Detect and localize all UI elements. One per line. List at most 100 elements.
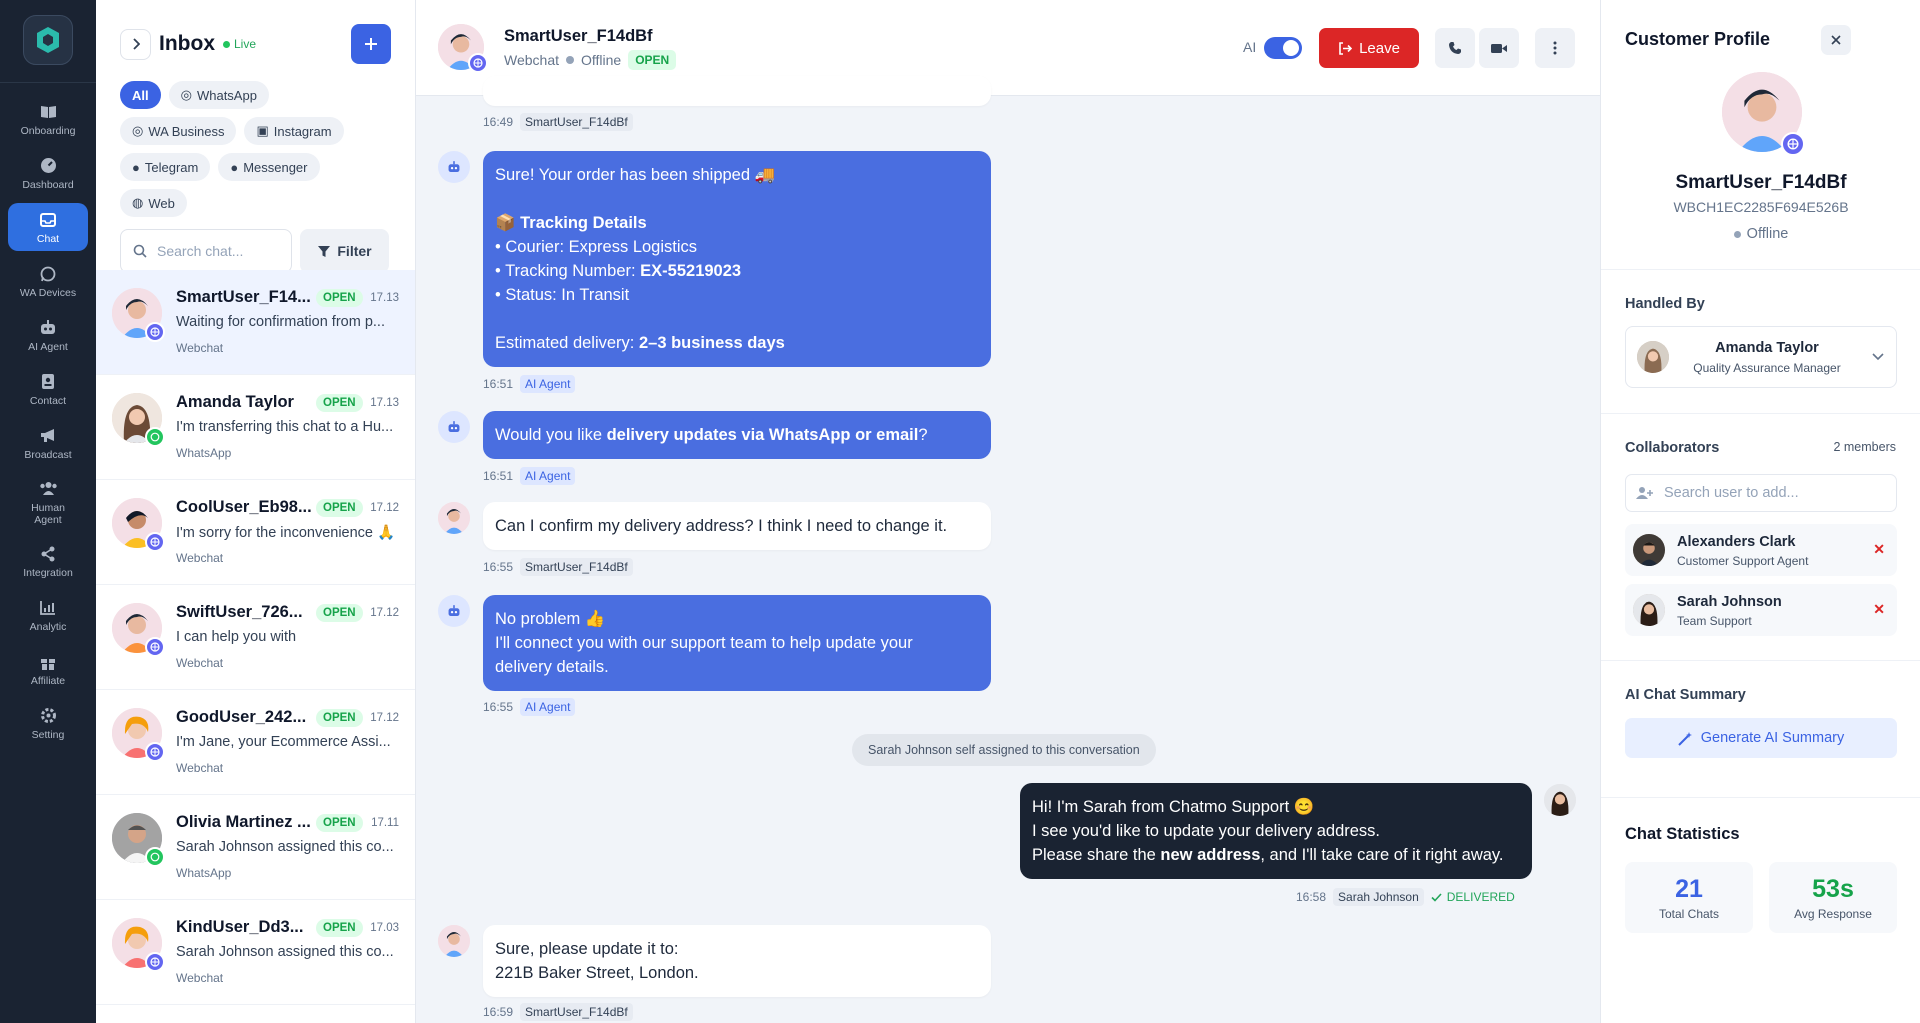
chat-name: SmartUser_F14... <box>176 288 311 306</box>
filter-chip-all[interactable]: All <box>120 81 161 109</box>
nav-item-setting[interactable]: Setting <box>8 699 88 747</box>
more-options-button[interactable] <box>1535 28 1575 68</box>
chat-list-item[interactable]: CoolUser_Eb98... OPEN 17.12 I'm sorry fo… <box>96 480 415 585</box>
nav-item-broadcast[interactable]: Broadcast <box>8 419 88 467</box>
nav-item-integration[interactable]: Integration <box>8 537 88 585</box>
nav-item-chat[interactable]: Chat <box>8 203 88 251</box>
close-icon <box>1831 35 1841 45</box>
nav-label: Analytic <box>29 620 67 633</box>
collaborator-search-input[interactable]: Search user to add... <box>1625 474 1897 512</box>
chat-preview: I'm sorry for the inconvenience 🙏 <box>176 525 396 541</box>
remove-collaborator-button[interactable]: ✕ <box>1873 541 1885 558</box>
avatar <box>1633 534 1665 566</box>
filter-chip-wa-business[interactable]: ◎ WA Business <box>120 117 237 145</box>
contact-book-icon <box>38 372 58 392</box>
nav-item-affiliate[interactable]: Affiliate <box>8 645 88 693</box>
message-bubble-customer: Can I confirm my delivery address? I thi… <box>483 502 991 550</box>
nav-item-wa-devices[interactable]: WA Devices <box>8 257 88 305</box>
stat-value: 53s <box>1812 875 1854 903</box>
message-time: 16:59 <box>483 1005 514 1019</box>
chat-panel: SmartUser_F14dBf Webchat Offline OPEN AI… <box>416 0 1600 1023</box>
sender-tag: SmartUser_F14dBf <box>520 1003 633 1021</box>
delivery-label: DELIVERED <box>1446 890 1515 904</box>
sender-tag: AI Agent <box>520 698 576 716</box>
chat-time: 17.11 <box>371 817 399 829</box>
collaborator-item: Alexanders Clark Customer Support Agent … <box>1625 524 1897 576</box>
customer-profile-panel: Customer Profile SmartUser_F14dBf WBCH1E… <box>1600 0 1920 1023</box>
channel-filter-chips: All ◎ WhatsApp ◎ WA Business ▣ Instagram ● T… <box>96 81 415 217</box>
chat-time: 17.12 <box>370 502 399 514</box>
chat-channel: Webchat <box>176 341 224 355</box>
button-label: Generate AI Summary <box>1700 730 1845 746</box>
filter-chip-messenger[interactable]: ● Messenger <box>218 153 320 181</box>
nav-item-dashboard[interactable]: Dashboard <box>8 149 88 197</box>
nav-item-analytic[interactable]: Analytic <box>8 591 88 639</box>
presence-dot-icon <box>566 56 574 64</box>
chip-label: Telegram <box>144 159 199 175</box>
stat-avg-response: 53s Avg Response <box>1769 862 1897 933</box>
gauge-icon <box>38 156 58 176</box>
nav-label: Integration <box>23 566 73 579</box>
presence-dot-icon <box>1733 230 1741 238</box>
funnel-icon <box>318 245 331 257</box>
close-profile-button[interactable] <box>1821 25 1851 55</box>
chat-list-item[interactable]: Olivia Martinez ... OPEN 17.11 Sarah Joh… <box>96 795 415 900</box>
chat-list-item[interactable]: SwiftUser_726... OPEN 17.12 I can help y… <box>96 585 415 690</box>
chat-list-item[interactable]: GoodUser_242... OPEN 17.12 I'm Jane, you… <box>96 690 415 795</box>
nav-label: AI Agent <box>28 340 68 353</box>
generate-ai-summary-button[interactable]: Generate AI Summary <box>1625 718 1897 758</box>
collaborators-count: 2 members <box>1833 440 1896 454</box>
message-bubble-ai: Sure! Your order has been shipped 🚚 📦 Tr… <box>483 151 991 367</box>
chat-list-item[interactable]: KindUser_Dd3... OPEN 17.03 Sarah Johnson… <box>96 900 415 1005</box>
message-text: ? <box>918 426 928 444</box>
chat-list-item[interactable]: SmartUser_F14... OPEN 17.13 Waiting for … <box>96 270 415 375</box>
filter-chip-telegram[interactable]: ● Telegram <box>120 153 211 181</box>
inbox-panel: Inbox Live All ◎ WhatsApp ◎ WA Business ▣ I… <box>96 0 416 1023</box>
message-line: Sure, please update it to: <box>495 940 679 958</box>
robot-icon <box>438 151 470 183</box>
collaborator-name: Sarah Johnson <box>1677 594 1782 610</box>
collaborator-role: Team Support <box>1677 614 1752 628</box>
nav-label: Contact <box>29 394 67 407</box>
book-open-icon <box>38 102 58 122</box>
remove-collaborator-button[interactable]: ✕ <box>1873 601 1885 618</box>
status-badge: OPEN <box>316 814 363 832</box>
nav-item-ai-agent[interactable]: AI Agent <box>8 311 88 359</box>
nav-item-contact[interactable]: Contact <box>8 365 88 413</box>
nav-label: Human Agent <box>31 501 65 526</box>
chat-search-input[interactable]: Search chat... <box>120 229 292 273</box>
message-time: 16:58 <box>1296 890 1327 904</box>
filter-chip-instagram[interactable]: ▣ Instagram <box>244 117 344 145</box>
whatsapp-icon: ◎ <box>132 123 144 138</box>
ai-toggle[interactable] <box>1264 37 1302 59</box>
collaborator-item: Sarah Johnson Team Support ✕ <box>1625 584 1897 636</box>
video-call-button[interactable] <box>1479 28 1519 68</box>
filter-button[interactable]: Filter <box>300 229 389 273</box>
system-message: Sarah Johnson self assigned to this conv… <box>852 734 1156 766</box>
ai-toggle-label: AI <box>1243 39 1257 55</box>
nav-item-human-agent[interactable]: Human Agent <box>8 473 88 531</box>
filter-chip-web[interactable]: ◍ Web <box>120 189 187 217</box>
expand-sidebar-button[interactable] <box>120 28 151 60</box>
nav-item-onboarding[interactable]: Onboarding <box>8 95 88 143</box>
app-logo[interactable] <box>23 15 73 65</box>
robot-icon <box>438 411 470 443</box>
chat-preview: I'm Jane, your Ecommerce Assi... <box>176 734 391 750</box>
leave-button[interactable]: Leave <box>1319 28 1419 68</box>
chat-time: 17.12 <box>370 712 399 724</box>
sender-tag: SmartUser_F14dBf <box>520 113 633 131</box>
call-button[interactable] <box>1435 28 1475 68</box>
presence-label: Offline <box>1746 226 1789 242</box>
status-badge: OPEN <box>316 604 363 622</box>
telegram-icon: ● <box>132 159 140 175</box>
avatar <box>1544 784 1576 816</box>
magic-wand-icon <box>1678 731 1692 746</box>
megaphone-icon <box>38 426 58 446</box>
chat-channel: Webchat <box>176 971 224 985</box>
filter-chip-whatsapp[interactable]: ◎ WhatsApp <box>168 81 269 109</box>
bar-chart-icon <box>38 598 58 618</box>
new-chat-button[interactable] <box>351 24 391 64</box>
inbox-title: Inbox <box>159 32 215 55</box>
chat-list-item[interactable]: Amanda Taylor OPEN 17.13 I'm transferrin… <box>96 375 415 480</box>
handler-select[interactable]: Amanda Taylor Quality Assurance Manager <box>1625 326 1897 388</box>
